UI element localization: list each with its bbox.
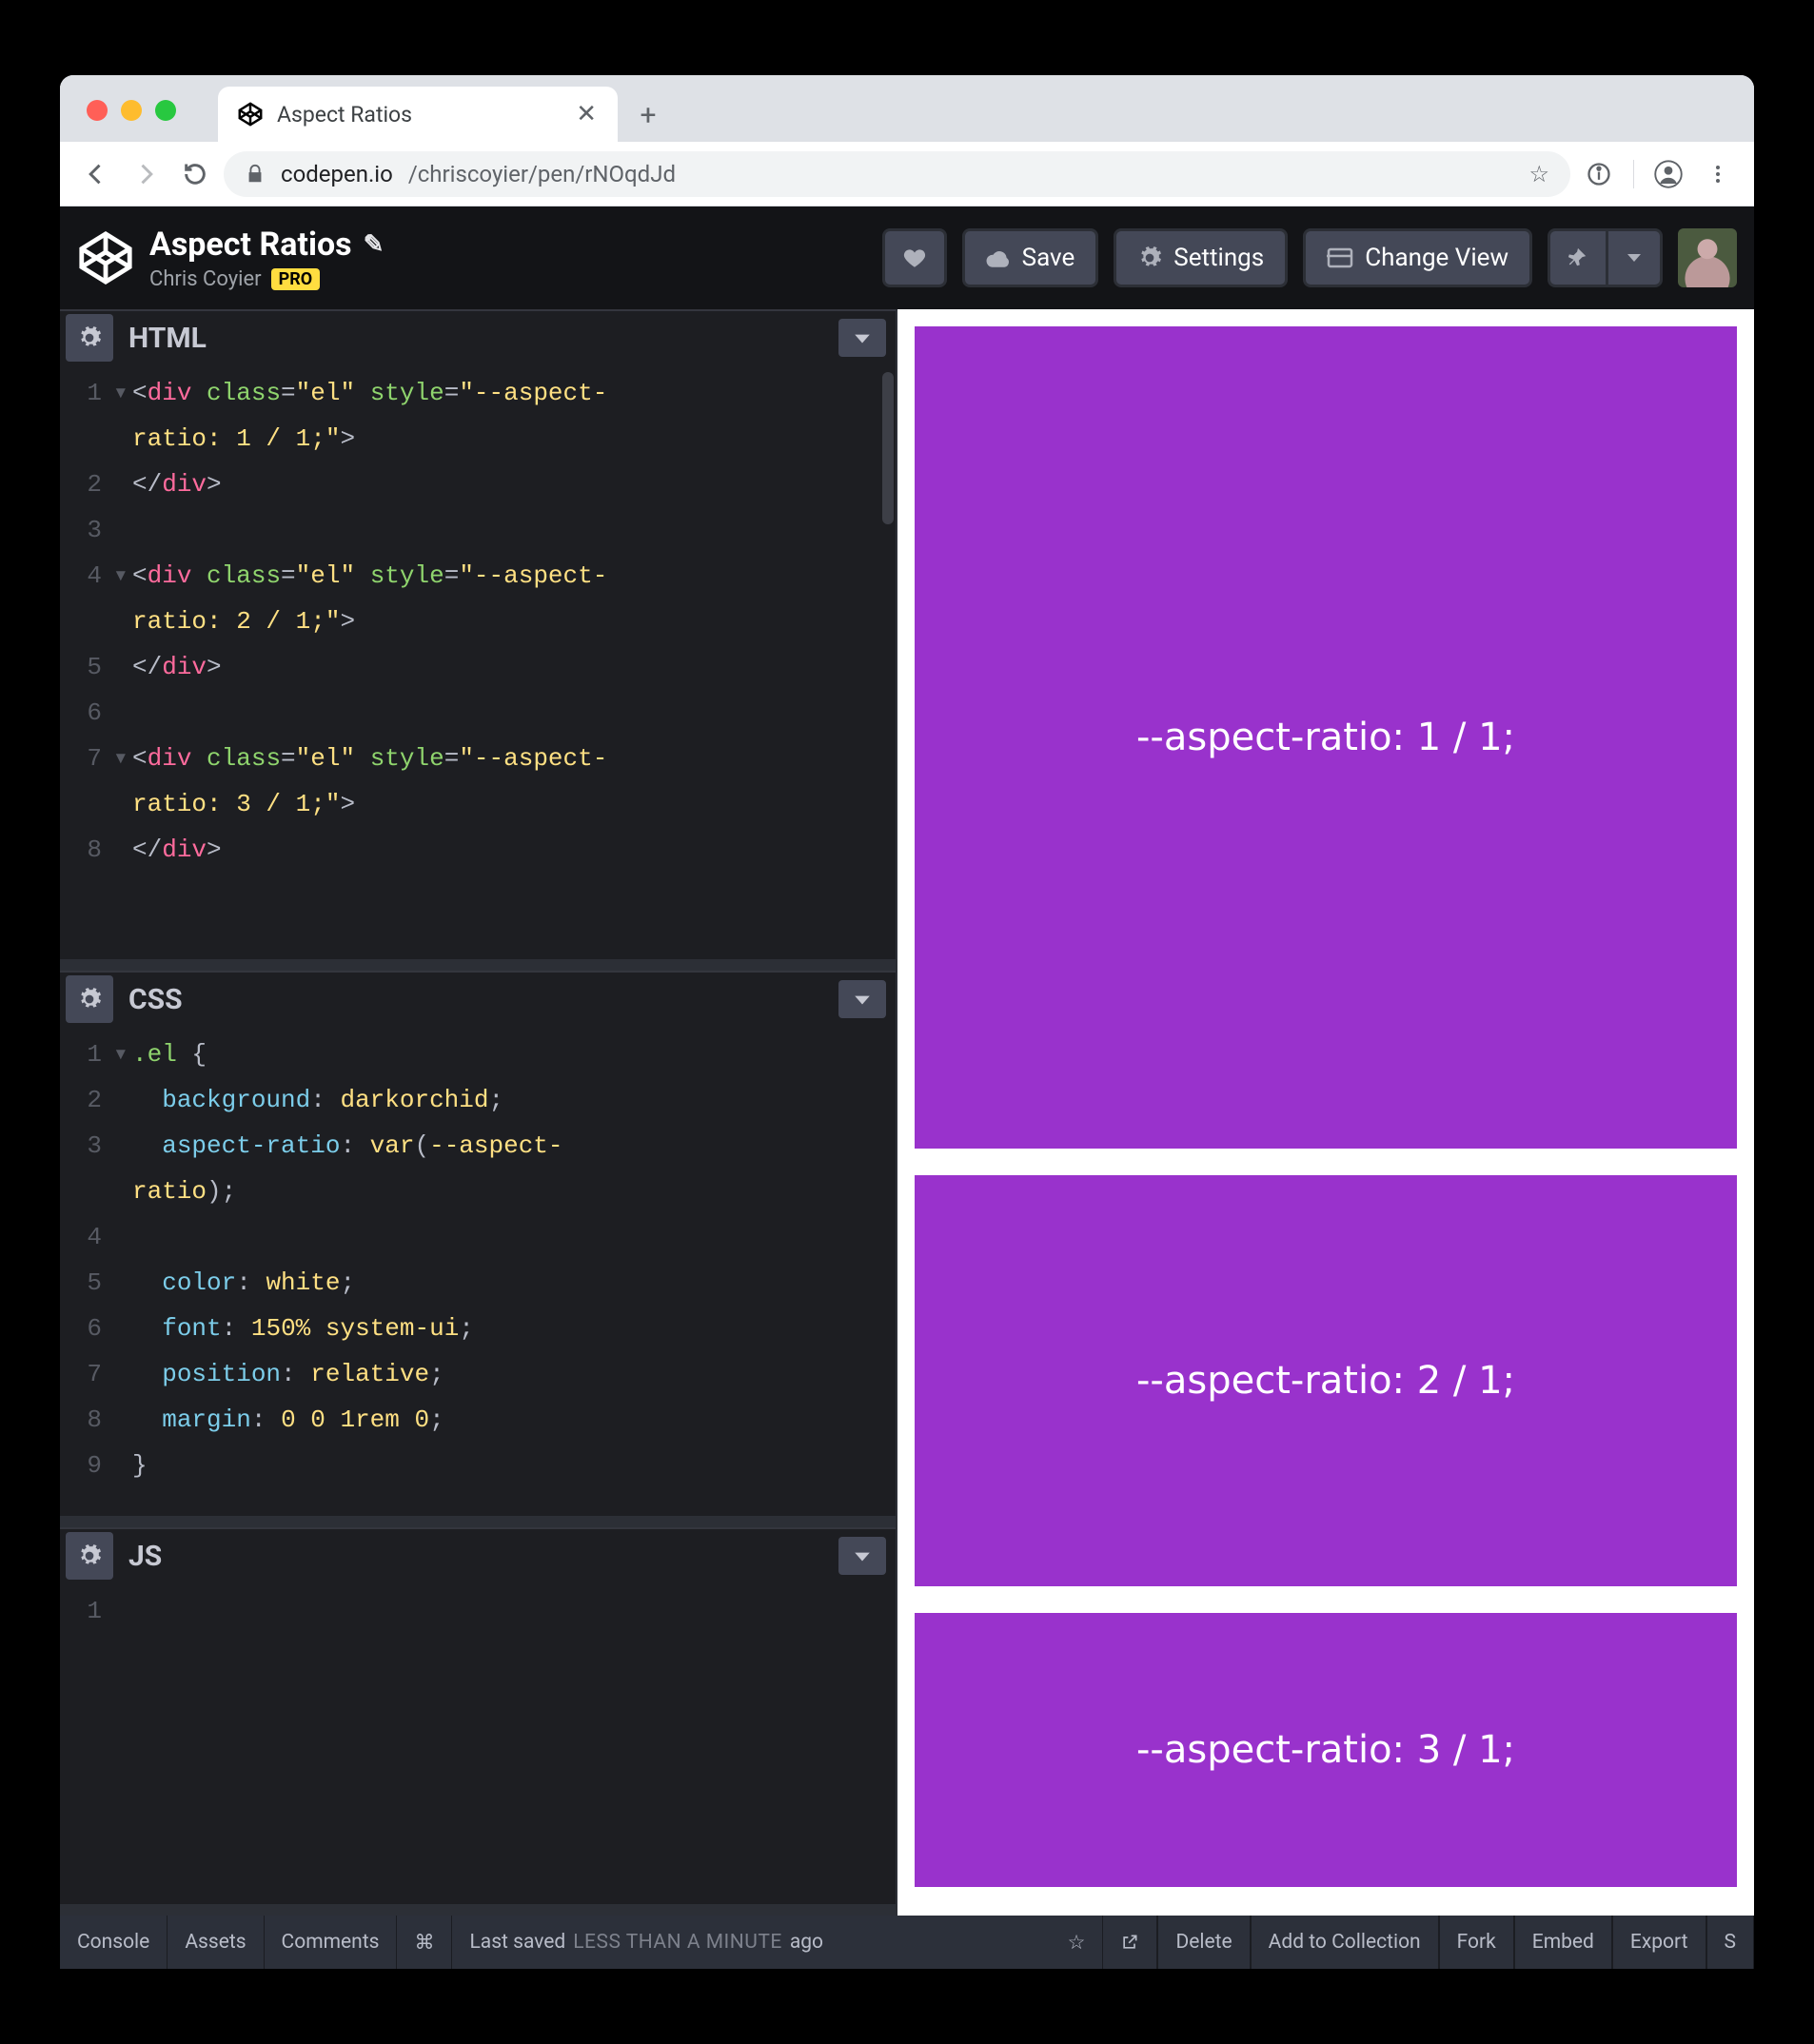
url-host: codepen.io (281, 161, 393, 187)
js-panel-label: JS (128, 1540, 162, 1573)
editors-column: HTML 1▾<div class="el" style="--aspect-r… (60, 309, 897, 1916)
close-window-button[interactable] (87, 100, 108, 121)
css-collapse-icon[interactable] (838, 980, 886, 1018)
window-controls (60, 100, 199, 142)
new-tab-button[interactable]: + (625, 92, 671, 138)
preview-pane: --aspect-ratio: 1 / 1;--aspect-ratio: 2 … (897, 309, 1754, 1916)
browser-tab[interactable]: Aspect Ratios ✕ (218, 87, 618, 142)
footer-console[interactable]: Console (60, 1916, 168, 1969)
info-icon[interactable] (1578, 153, 1620, 195)
js-collapse-icon[interactable] (838, 1537, 886, 1575)
forward-button[interactable] (125, 153, 167, 195)
love-button[interactable] (882, 228, 947, 287)
footer-assets[interactable]: Assets (168, 1916, 264, 1969)
html-panel-label: HTML (128, 322, 207, 355)
reload-button[interactable] (174, 153, 216, 195)
pen-author[interactable]: Chris Coyier (149, 267, 262, 291)
js-editor[interactable]: 1 (60, 1582, 896, 1904)
address-bar[interactable]: codepen.io/chriscoyier/pen/rNOqdJd ☆ (224, 151, 1570, 197)
pin-dropdown[interactable] (1606, 228, 1663, 287)
browser-menu-icon[interactable] (1697, 153, 1739, 195)
back-button[interactable] (75, 153, 117, 195)
codepen-favicon (237, 101, 264, 128)
edit-title-icon[interactable]: ✎ (364, 230, 384, 259)
preview-box: --aspect-ratio: 1 / 1; (915, 326, 1737, 1149)
footer-export[interactable]: Export (1612, 1916, 1706, 1969)
close-tab-icon[interactable]: ✕ (570, 94, 602, 134)
browser-window: Aspect Ratios ✕ + codepen.io/chriscoyier… (60, 75, 1754, 1969)
bookmark-star-icon[interactable]: ☆ (1528, 161, 1549, 187)
toolbar-divider (1633, 160, 1634, 188)
scrollbar[interactable] (882, 372, 894, 524)
footer-add-collection[interactable]: Add to Collection (1251, 1916, 1439, 1969)
html-panel: HTML 1▾<div class="el" style="--aspect-r… (60, 309, 896, 971)
minimize-window-button[interactable] (121, 100, 142, 121)
codepen-app: Aspect Ratios ✎ Chris Coyier PRO Save Se… (60, 206, 1754, 1969)
preview-box: --aspect-ratio: 2 / 1; (915, 1175, 1737, 1586)
js-settings-icon[interactable] (66, 1532, 113, 1580)
settings-button[interactable]: Settings (1114, 228, 1288, 287)
footer-delete[interactable]: Delete (1157, 1916, 1250, 1969)
preview-box: --aspect-ratio: 3 / 1; (915, 1613, 1737, 1887)
css-editor[interactable]: 1▾.el {2 background: darkorchid;3 aspect… (60, 1026, 896, 1516)
codepen-footer: Console Assets Comments ⌘ Last saved LES… (60, 1916, 1754, 1969)
js-panel: JS 1 (60, 1527, 896, 1916)
codepen-header: Aspect Ratios ✎ Chris Coyier PRO Save Se… (60, 206, 1754, 309)
maximize-window-button[interactable] (155, 100, 176, 121)
footer-fork[interactable]: Fork (1439, 1916, 1514, 1969)
html-settings-icon[interactable] (66, 314, 113, 362)
pin-button[interactable] (1548, 228, 1606, 287)
footer-shortcuts[interactable]: ⌘ (397, 1916, 452, 1969)
codepen-body: HTML 1▾<div class="el" style="--aspect-r… (60, 309, 1754, 1916)
pen-title: Aspect Ratios (149, 226, 352, 264)
user-avatar[interactable] (1678, 228, 1737, 287)
html-collapse-icon[interactable] (838, 319, 886, 357)
footer-embed[interactable]: Embed (1514, 1916, 1612, 1969)
css-panel-label: CSS (128, 983, 183, 1016)
browser-toolbar: codepen.io/chriscoyier/pen/rNOqdJd ☆ (60, 142, 1754, 206)
footer-star-icon[interactable]: ☆ (1051, 1916, 1103, 1969)
save-button[interactable]: Save (962, 228, 1099, 287)
footer-save-status: Last saved LESS THAN A MINUTE ago (452, 1916, 840, 1969)
pro-badge: PRO (271, 268, 321, 290)
url-path: /chriscoyier/pen/rNOqdJd (408, 161, 676, 187)
codepen-logo[interactable] (77, 229, 134, 286)
footer-popout-icon[interactable] (1102, 1916, 1157, 1969)
profile-icon[interactable] (1647, 153, 1689, 195)
lock-icon (245, 164, 266, 185)
css-settings-icon[interactable] (66, 975, 113, 1023)
html-editor[interactable]: 1▾<div class="el" style="--aspect-ratio:… (60, 364, 896, 959)
change-view-button[interactable]: Change View (1303, 228, 1532, 287)
footer-share[interactable]: S (1706, 1916, 1754, 1969)
browser-tabbar: Aspect Ratios ✕ + (60, 75, 1754, 142)
tab-title: Aspect Ratios (277, 102, 557, 128)
css-panel: CSS 1▾.el {2 background: darkorchid;3 as… (60, 971, 896, 1527)
footer-comments[interactable]: Comments (265, 1916, 398, 1969)
